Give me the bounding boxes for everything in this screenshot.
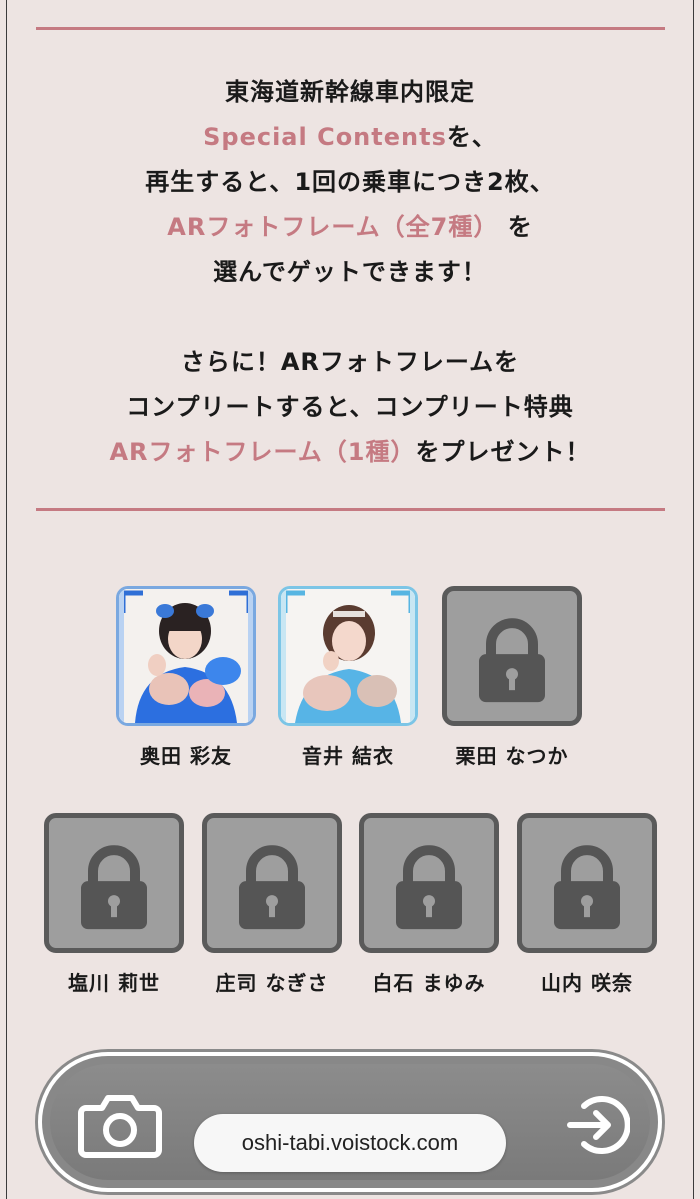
member-photo[interactable] xyxy=(116,586,256,726)
lock-icon xyxy=(479,618,545,703)
member-card-shiraishi[interactable]: 白石 まゆみ xyxy=(359,813,499,996)
member-name: 奥田 彩友 xyxy=(140,744,232,768)
intro-line-8: ARフォトフレーム（1種）をプレゼント！ xyxy=(0,430,700,475)
intro-line-7: コンプリートすると、コンプリート特典 xyxy=(126,393,574,421)
lock-icon xyxy=(81,845,147,930)
ar-frame-all-highlight: ARフォトフレーム（全7種） xyxy=(167,213,499,241)
member-card-shoji[interactable]: 庄司 なぎさ xyxy=(202,813,342,996)
member-name: 音井 結衣 xyxy=(302,744,394,768)
intro-line-6: さらに！ARフォトフレームを xyxy=(180,348,520,376)
member-portrait-image xyxy=(119,589,253,723)
lock-icon xyxy=(554,845,620,930)
member-card-yamauchi[interactable]: 山内 咲奈 xyxy=(517,813,657,996)
enter-button[interactable] xyxy=(564,1092,631,1158)
locked-tile[interactable] xyxy=(44,813,184,953)
intro-line-1: 東海道新幹線車内限定 xyxy=(225,78,475,106)
intro-line-5: 選んでゲットできます！ xyxy=(213,258,487,286)
locked-tile[interactable] xyxy=(442,586,582,726)
intro-line-4: ARフォトフレーム（全7種） を xyxy=(0,205,700,250)
member-photo[interactable] xyxy=(278,586,418,726)
divider-top xyxy=(36,27,665,30)
locked-tile[interactable] xyxy=(517,813,657,953)
member-portrait-image xyxy=(281,589,415,723)
locked-tile[interactable] xyxy=(202,813,342,953)
locked-tile[interactable] xyxy=(359,813,499,953)
address-bar[interactable]: oshi-tabi.voistock.com xyxy=(194,1114,506,1172)
member-name: 庄司 なぎさ xyxy=(215,971,329,995)
member-name: 白石 まゆみ xyxy=(372,971,486,995)
intro-line-2-rest: を、 xyxy=(446,123,497,151)
arrow-into-circle-icon xyxy=(567,1096,631,1154)
intro-line-4-rest: を xyxy=(498,213,533,241)
ar-frame-bonus-highlight: ARフォトフレーム（1種） xyxy=(109,438,416,466)
lock-icon xyxy=(239,845,305,930)
intro-line-2: Special Contentsを、 xyxy=(0,115,700,160)
intro-line-3: 再生すると、1回の乗車につき2枚、 xyxy=(145,168,555,196)
camera-button[interactable] xyxy=(78,1090,162,1160)
member-card-okuda[interactable]: 奥田 彩友 xyxy=(116,586,256,769)
lock-icon xyxy=(396,845,462,930)
member-card-shiokawa[interactable]: 塩川 莉世 xyxy=(44,813,184,996)
member-card-kurita[interactable]: 栗田 なつか xyxy=(442,586,582,769)
member-name: 山内 咲奈 xyxy=(541,971,633,995)
member-name: 栗田 なつか xyxy=(455,744,569,768)
member-card-otoi[interactable]: 音井 結衣 xyxy=(278,586,418,769)
intro-line-8-rest: をプレゼント！ xyxy=(415,438,591,466)
camera-icon xyxy=(78,1095,162,1158)
url-text: oshi-tabi.voistock.com xyxy=(241,1130,459,1155)
member-name: 塩川 莉世 xyxy=(68,971,160,995)
divider-bottom xyxy=(36,508,665,511)
intro-gap xyxy=(0,295,700,340)
special-contents-link[interactable]: Special Contents xyxy=(203,123,447,151)
intro-text: 東海道新幹線車内限定 Special Contentsを、 再生すると、1回の乗… xyxy=(0,70,700,475)
